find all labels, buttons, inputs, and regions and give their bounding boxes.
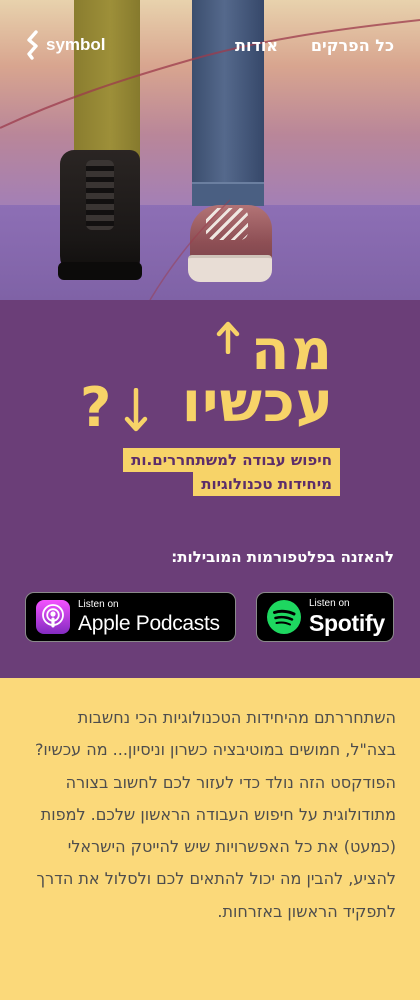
nav-all-episodes[interactable]: כל הפרקים (311, 36, 394, 55)
spotify-listen-on-label: Listen on (309, 598, 350, 609)
podcast-tagline-line2: מיחידות טכנולוגיות (193, 472, 340, 496)
spotify-button[interactable]: Listen on Spotify (256, 592, 394, 642)
podcast-title-line2: עכשיו (181, 370, 334, 435)
podcast-tagline-line1: חיפוש עבודה למשתחררים.ות (123, 448, 340, 472)
page: symbol כל הפרקים אודות מה עכשיו ? חיפוש … (0, 0, 420, 1000)
symbol-logo[interactable]: symbol (24, 30, 106, 60)
apple-listen-on-label: Listen on (78, 599, 119, 610)
apple-podcasts-label: Apple Podcasts (78, 612, 220, 635)
apple-podcasts-text: Listen on Apple Podcasts (78, 599, 220, 635)
listen-heading: להאזנה בפלטפורמות המובילות: (171, 548, 394, 566)
spotify-text: Listen on Spotify (309, 599, 385, 635)
podcast-description: השתחררתם מהיחידות הטכנולוגיות הכי נחשבות… (34, 708, 396, 921)
nav-about[interactable]: אודות (235, 36, 278, 55)
spotify-icon (267, 600, 301, 634)
logo-text: symbol (46, 35, 106, 54)
apple-podcasts-button[interactable]: Listen on Apple Podcasts (25, 592, 236, 642)
podcast-title-question-mark: ? (80, 376, 112, 439)
arrow-down-icon (124, 388, 148, 432)
spotify-label: Spotify (309, 610, 385, 636)
symbol-s-icon (27, 30, 38, 60)
apple-podcasts-icon (36, 600, 70, 634)
arrow-up-icon (216, 321, 240, 354)
